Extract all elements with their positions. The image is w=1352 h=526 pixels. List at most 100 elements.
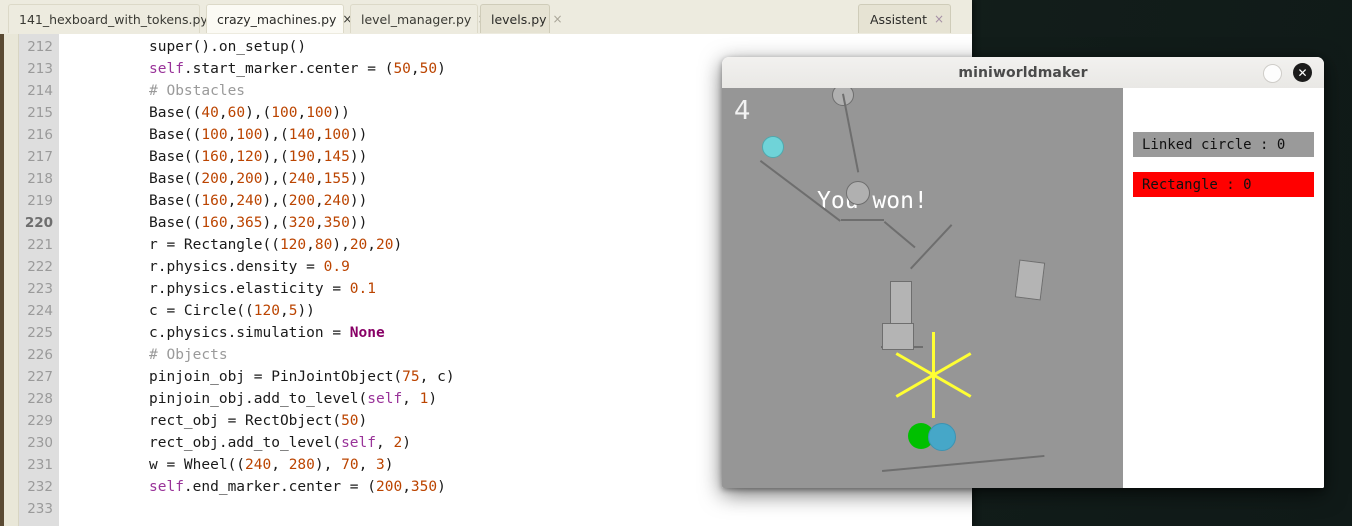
status-badge-label: Rectangle : 0 (1142, 176, 1252, 193)
code-line[interactable]: c = Circle((120,5)) (149, 300, 315, 322)
line-number: 232 (27, 479, 53, 495)
code-token: super().on_setup() (149, 39, 307, 55)
code-token: )) (349, 149, 368, 165)
code-token: rect_obj.add_to_level( (149, 435, 342, 451)
code-line[interactable]: r = Rectangle((120,80),20,20) (149, 234, 402, 256)
code-token: , (314, 127, 324, 143)
close-icon[interactable]: × (934, 12, 944, 26)
code-line[interactable]: r.physics.density = 0.9 (149, 256, 350, 278)
code-line[interactable]: # Objects (149, 344, 228, 366)
code-token: ),( (262, 193, 289, 209)
code-token: , (358, 457, 377, 473)
code-line[interactable]: super().on_setup() (149, 36, 306, 58)
rect-object-box (882, 323, 914, 350)
code-token: Base(( (149, 105, 202, 121)
code-token: , (279, 303, 289, 319)
tab-crazy-machines[interactable]: crazy_machines.py × (206, 4, 352, 33)
tab-level-manager[interactable]: level_manager.py × (350, 4, 487, 33)
code-token: 160 (201, 193, 228, 209)
code-token: , (306, 237, 315, 253)
line-number: 222 (27, 259, 53, 275)
code-token: 20 (376, 237, 394, 253)
line-number: 231 (27, 457, 53, 473)
code-token: , (375, 435, 394, 451)
status-badge-rectangle: Rectangle : 0 (1133, 172, 1314, 197)
code-token: 3 (376, 457, 385, 473)
code-token: 280 (288, 457, 315, 473)
tab-label: level_manager.py (361, 11, 472, 27)
code-line[interactable]: Base((160,365),(320,350)) (149, 212, 367, 234)
code-token: , (271, 457, 289, 473)
code-token: rect_obj = RectObject( (149, 413, 342, 429)
margin-marker (0, 34, 4, 526)
code-token: )) (349, 171, 368, 187)
code-line[interactable]: Base((200,200),(240,155)) (149, 168, 367, 190)
game-canvas[interactable]: 4 You won! (722, 88, 1123, 488)
code-line[interactable]: rect_obj.add_to_level(self, 2) (149, 432, 411, 454)
code-token: , (410, 61, 420, 77)
close-icon: ✕ (1297, 65, 1308, 80)
code-token: )) (297, 303, 315, 319)
line-number: 218 (27, 171, 53, 187)
code-token: 50 (393, 61, 411, 77)
code-token: ) (428, 391, 438, 407)
minimize-button[interactable] (1263, 64, 1282, 83)
code-token: ),( (262, 127, 289, 143)
code-token: 20 (349, 237, 368, 253)
window-body: 4 You won! Linked circle: 0 Rectangle:… (722, 88, 1324, 488)
code-line[interactable]: # Obstacles (149, 80, 245, 102)
code-token: pinjoin_obj.add_to_level( (149, 391, 368, 407)
code-line[interactable]: pinjoin_obj.add_to_level(self, 1) (149, 388, 437, 410)
code-token: 155 (323, 171, 350, 187)
tab-141-hexboard-with-tokens[interactable]: 141_hexboard_with_tokens.py × (8, 4, 224, 33)
code-token: )) (332, 105, 350, 121)
line-number: 223 (27, 281, 53, 297)
code-token: 145 (323, 149, 350, 165)
code-token: 200 (201, 171, 228, 187)
tab-levels-active[interactable]: levels.py × (480, 4, 563, 33)
window-title-bar[interactable]: miniworldmaker ✕ (722, 57, 1324, 89)
close-button[interactable]: ✕ (1293, 63, 1312, 82)
code-token: 350 (410, 479, 438, 495)
miniworldmaker-window: miniworldmaker ✕ 4 You won! Linked circl… (722, 57, 1324, 488)
code-line[interactable]: Base((40,60),(100,100)) (149, 102, 350, 124)
code-token: None (349, 325, 385, 341)
code-line[interactable]: r.physics.elasticity = 0.1 (149, 278, 376, 300)
code-token: , (314, 215, 324, 231)
line-number: 215 (27, 105, 53, 121)
code-line[interactable]: c.physics.simulation = None (149, 322, 385, 344)
code-token: , (314, 149, 324, 165)
code-line[interactable]: Base((160,240),(200,240)) (149, 190, 367, 212)
blue-ball (928, 423, 956, 451)
code-token: , (218, 105, 228, 121)
code-line[interactable]: Base((160,120),(190,145)) (149, 146, 367, 168)
status-badge-linked-circle: Linked circle : 0 (1133, 132, 1314, 157)
code-line[interactable]: pinjoin_obj = PinJointObject(75, c) (149, 366, 455, 388)
code-line[interactable]: w = Wheel((240, 280), 70, 3) (149, 454, 394, 476)
code-line[interactable]: rect_obj = RectObject(50) (149, 410, 367, 432)
code-token: ) (437, 479, 446, 495)
code-token: , c) (419, 369, 455, 385)
line-number: 229 (27, 413, 53, 429)
editor-margin-gutter[interactable] (0, 34, 19, 526)
code-line[interactable]: self.start_marker.center = (50,50) (149, 58, 446, 80)
code-token: 160 (201, 215, 228, 231)
code-line[interactable]: self.end_marker.center = (200,350) (149, 476, 446, 498)
code-token: 200 (236, 171, 263, 187)
tab-label: crazy_machines.py (217, 11, 337, 27)
code-token: self (149, 479, 184, 495)
win-message: You won! (817, 188, 928, 214)
code-token: ), (332, 237, 350, 253)
code-token: 240 (323, 193, 350, 209)
code-line[interactable]: Base((100,100),(140,100)) (149, 124, 367, 146)
box-on-ramp (1014, 259, 1046, 301)
start-marker-ball (762, 136, 784, 158)
close-icon[interactable]: × (553, 13, 563, 25)
code-token: 2 (393, 435, 403, 451)
code-token: , (367, 237, 377, 253)
tab-assistent[interactable]: Assistent × (858, 4, 952, 33)
code-token: , (402, 391, 420, 407)
line-number: 224 (27, 303, 53, 319)
code-token: 70 (341, 457, 359, 473)
code-token: 190 (288, 149, 315, 165)
